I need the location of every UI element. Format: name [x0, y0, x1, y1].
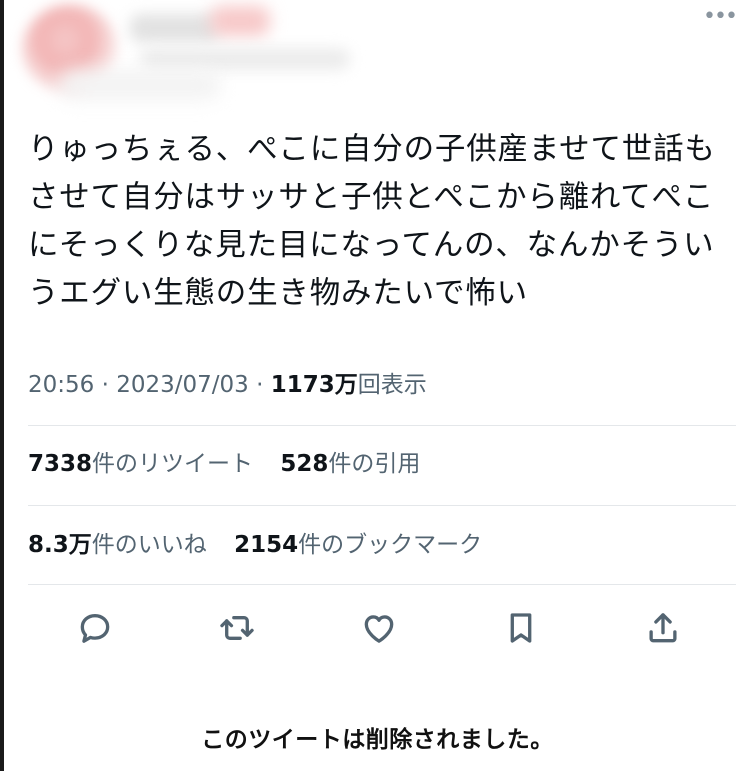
likes-label: 件のいいね	[91, 532, 207, 558]
meta-separator: ·	[248, 372, 271, 398]
blurred-display-name	[130, 14, 220, 42]
bookmarks-label: 件のブックマーク	[298, 532, 483, 558]
divider	[28, 425, 736, 426]
blurred-header-area	[60, 70, 220, 100]
quotes-label: 件の引用	[328, 451, 421, 477]
more-options-icon[interactable]: •••	[703, 4, 738, 30]
views-label: 回表示	[357, 372, 427, 398]
retweet-button[interactable]	[215, 606, 259, 650]
share-icon	[649, 613, 677, 643]
tweet-date[interactable]: 2023/07/03	[116, 372, 249, 398]
quotes-count: 528	[280, 451, 329, 477]
retweet-icon	[220, 616, 254, 640]
reply-icon	[80, 613, 110, 643]
share-button[interactable]	[641, 606, 685, 650]
divider	[28, 584, 736, 585]
deleted-notice: このツイートは削除されました。	[201, 727, 554, 753]
like-icon	[364, 615, 394, 643]
retweets-label: 件のリツイート	[92, 451, 254, 477]
divider	[28, 505, 736, 506]
retweets-count: 7338	[28, 451, 93, 477]
action-bar	[0, 602, 755, 652]
tweet-header: •••	[0, 0, 755, 110]
bookmark-button[interactable]	[499, 606, 543, 650]
tweet-text: りゅっちぇる、ぺこに自分の子供産ませて世話もさせて自分はサッサと子供とぺこから離…	[28, 132, 716, 311]
meta-separator: ·	[94, 372, 117, 398]
retweets-stat[interactable]: 7338件のリツイート	[28, 451, 253, 477]
stats-row-2: 8.3万件のいいね 2154件のブックマーク	[28, 527, 502, 563]
blurred-display-name-emoji	[210, 6, 270, 36]
likes-stat[interactable]: 8.3万件のいいね	[28, 532, 207, 558]
blurred-user-handle	[140, 48, 350, 70]
bookmarks-stat[interactable]: 2154件のブックマーク	[234, 532, 482, 558]
likes-count: 8.3万	[28, 532, 92, 558]
tweet-time[interactable]: 20:56	[28, 372, 94, 398]
views-count: 1173万	[270, 372, 358, 398]
stats-row-1: 7338件のリツイート 528件の引用	[28, 446, 440, 482]
reply-button[interactable]	[73, 606, 117, 650]
like-button[interactable]	[357, 606, 401, 650]
window-edge	[0, 0, 4, 771]
quotes-stat[interactable]: 528件の引用	[280, 451, 420, 477]
tweet-meta: 20:56 · 2023/07/03 · 1173万回表示	[28, 367, 427, 403]
bookmarks-count: 2154	[234, 532, 299, 558]
bookmark-icon	[510, 613, 532, 643]
